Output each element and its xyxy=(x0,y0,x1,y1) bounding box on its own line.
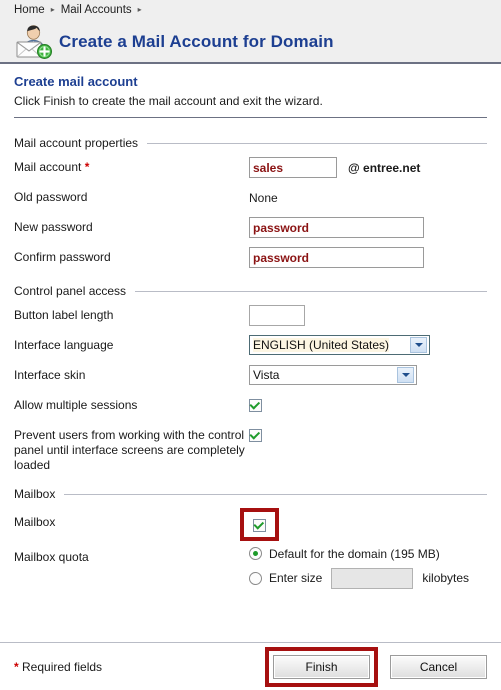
field-row-mail-account: Mail account * @ entree.net xyxy=(14,157,487,182)
interface-language-label: Interface language xyxy=(14,338,114,352)
confirm-password-label: Confirm password xyxy=(14,250,111,264)
legend-rule xyxy=(147,142,487,144)
form-footer: * Required fields Finish Cancel xyxy=(0,642,501,690)
breadcrumb-separator-icon: ▸ xyxy=(137,5,142,14)
quota-option-default[interactable]: Default for the domain (195 MB) xyxy=(249,547,487,561)
allow-multiple-sessions-label: Allow multiple sessions xyxy=(14,398,138,412)
new-password-input[interactable] xyxy=(249,217,424,238)
create-mail-account-page: Home ▸ Mail Accounts ▸ Create a Mail Accoun… xyxy=(0,0,501,690)
page-header: Create a Mail Account for Domain xyxy=(0,22,501,64)
quota-size-input[interactable] xyxy=(331,567,414,589)
create-mail-account-form: Mail account properties Mail account * @… xyxy=(0,136,501,596)
field-row-interface-language: Interface language ENGLISH (United State… xyxy=(14,335,487,360)
legend-rule xyxy=(64,493,487,495)
interface-skin-select[interactable]: Vista xyxy=(249,365,417,385)
section-control-panel-access: Control panel access xyxy=(14,284,487,298)
new-password-label: New password xyxy=(14,220,93,234)
section-legend-label: Control panel access xyxy=(14,284,127,298)
old-password-value: None xyxy=(249,191,278,205)
finish-button-highlight: Finish xyxy=(265,646,378,687)
step-title: Create mail account xyxy=(14,74,138,89)
mailbox-checkbox-highlight xyxy=(240,508,279,541)
domain-suffix-label: @ entree.net xyxy=(348,160,421,175)
field-row-mailbox: Mailbox xyxy=(14,508,487,541)
allow-multiple-sessions-checkbox[interactable] xyxy=(249,398,262,412)
quota-default-label: Default for the domain (195 MB) xyxy=(269,546,440,561)
interface-skin-value: Vista xyxy=(253,368,280,382)
prevent-users-label: Prevent users from working with the cont… xyxy=(14,428,245,472)
wizard-step-header: Create mail account Click Finish to crea… xyxy=(0,64,501,124)
mailbox-checkbox[interactable] xyxy=(253,518,266,532)
button-label-length-input[interactable] xyxy=(249,305,305,326)
confirm-password-input[interactable] xyxy=(249,247,424,268)
section-legend-label: Mailbox xyxy=(14,487,56,501)
breadcrumb-item-mail-accounts[interactable]: Mail Accounts xyxy=(61,4,132,16)
interface-language-value: ENGLISH (United States) xyxy=(253,338,390,352)
required-star: * xyxy=(14,659,19,674)
cancel-button[interactable]: Cancel xyxy=(390,654,487,679)
field-row-confirm-password: Confirm password xyxy=(14,247,487,272)
field-row-prevent-users: Prevent users from working with the cont… xyxy=(14,425,487,473)
field-row-old-password: Old password None xyxy=(14,187,487,212)
field-row-new-password: New password xyxy=(14,217,487,242)
required-marker: * xyxy=(84,160,90,174)
quota-default-radio[interactable] xyxy=(249,547,262,560)
field-row-button-label-length: Button label length xyxy=(14,305,487,330)
section-mail-account-properties: Mail account properties xyxy=(14,136,487,150)
interface-skin-label: Interface skin xyxy=(14,368,86,382)
required-fields-text: Required fields xyxy=(22,659,103,674)
mailbox-label: Mailbox xyxy=(14,515,56,529)
legend-rule xyxy=(135,290,487,292)
field-row-mailbox-quota: Mailbox quota Default for the domain (19… xyxy=(14,547,487,596)
mailbox-quota-label: Mailbox quota xyxy=(14,549,89,564)
mail-account-input[interactable] xyxy=(249,157,337,178)
chevron-down-icon[interactable] xyxy=(397,367,414,383)
section-mailbox: Mailbox xyxy=(14,487,487,501)
interface-language-select[interactable]: ENGLISH (United States) xyxy=(249,335,430,355)
section-legend-label: Mail account properties xyxy=(14,136,139,150)
mail-account-label: Mail account * xyxy=(14,157,249,175)
button-label-length-label: Button label length xyxy=(14,308,114,322)
step-description: Click Finish to create the mail account … xyxy=(14,94,323,108)
required-fields-note: * Required fields xyxy=(14,660,265,674)
breadcrumb: Home ▸ Mail Accounts ▸ xyxy=(0,0,501,22)
mail-account-label-text: Mail account xyxy=(14,160,82,174)
quota-enter-size-radio[interactable] xyxy=(249,571,262,585)
breadcrumb-separator-icon: ▸ xyxy=(50,5,55,14)
field-row-interface-skin: Interface skin Vista xyxy=(14,365,487,390)
old-password-label: Old password xyxy=(14,190,88,204)
chevron-down-icon[interactable] xyxy=(410,337,427,353)
mail-account-add-icon xyxy=(13,25,53,59)
prevent-users-checkbox[interactable] xyxy=(249,428,262,442)
quota-option-enter-size[interactable]: Enter size kilobytes xyxy=(249,567,487,589)
page-title: Create a Mail Account for Domain xyxy=(59,32,334,51)
breadcrumb-item-home[interactable]: Home xyxy=(14,4,45,16)
field-row-allow-multiple-sessions: Allow multiple sessions xyxy=(14,395,487,420)
quota-enter-size-label: Enter size xyxy=(269,571,323,585)
finish-button[interactable]: Finish xyxy=(273,654,370,679)
header-divider xyxy=(14,117,487,118)
quota-units-label: kilobytes xyxy=(422,571,470,585)
